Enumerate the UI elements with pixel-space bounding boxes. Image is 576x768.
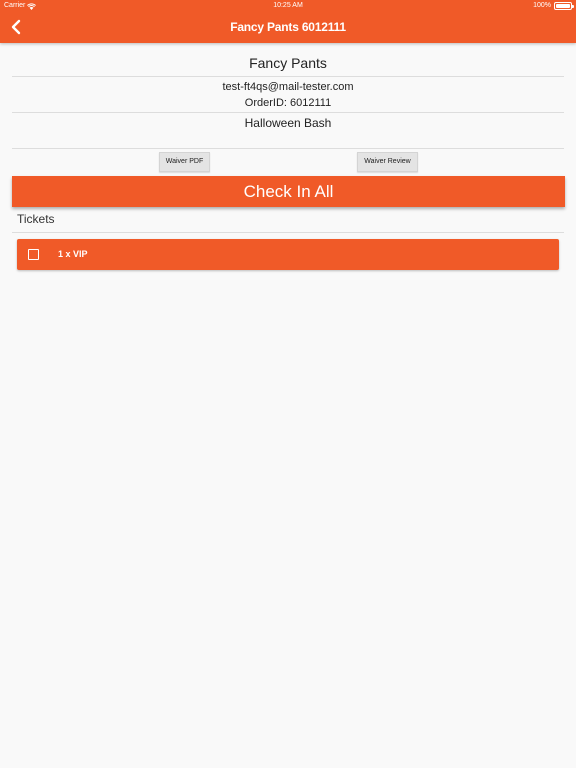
page-title: Fancy Pants 6012111 (230, 20, 346, 34)
divider (12, 232, 564, 233)
ticket-label: 1 x VIP (58, 249, 88, 259)
tickets-heading: Tickets (17, 212, 55, 226)
nav-bar: Carrier 10:25 AM 100% Fancy Pants 601211… (0, 0, 576, 43)
status-bar: Carrier 10:25 AM 100% (0, 0, 576, 12)
waiver-review-button[interactable]: Waiver Review (357, 152, 418, 172)
status-time: 10:25 AM (273, 2, 303, 9)
event-name: Halloween Bash (12, 113, 564, 149)
waiver-pdf-button[interactable]: Waiver PDF (159, 152, 210, 172)
battery-icon (554, 2, 574, 10)
order-id: OrderID: 6012111 (12, 95, 564, 113)
waiver-buttons: Waiver PDF Waiver Review (0, 152, 576, 172)
customer-email: test-ft4qs@mail-tester.com (222, 81, 354, 93)
battery-percent: 100% (533, 2, 551, 9)
ticket-item[interactable]: 1 x VIP (17, 239, 559, 270)
customer-name: Fancy Pants (12, 49, 564, 77)
check-in-all-button[interactable]: Check In All (12, 176, 565, 207)
status-right: 100% (533, 0, 574, 12)
order-info: Fancy Pants test-ft4qs@mail-tester.com O… (12, 49, 564, 149)
ticket-checkbox[interactable] (28, 249, 39, 260)
